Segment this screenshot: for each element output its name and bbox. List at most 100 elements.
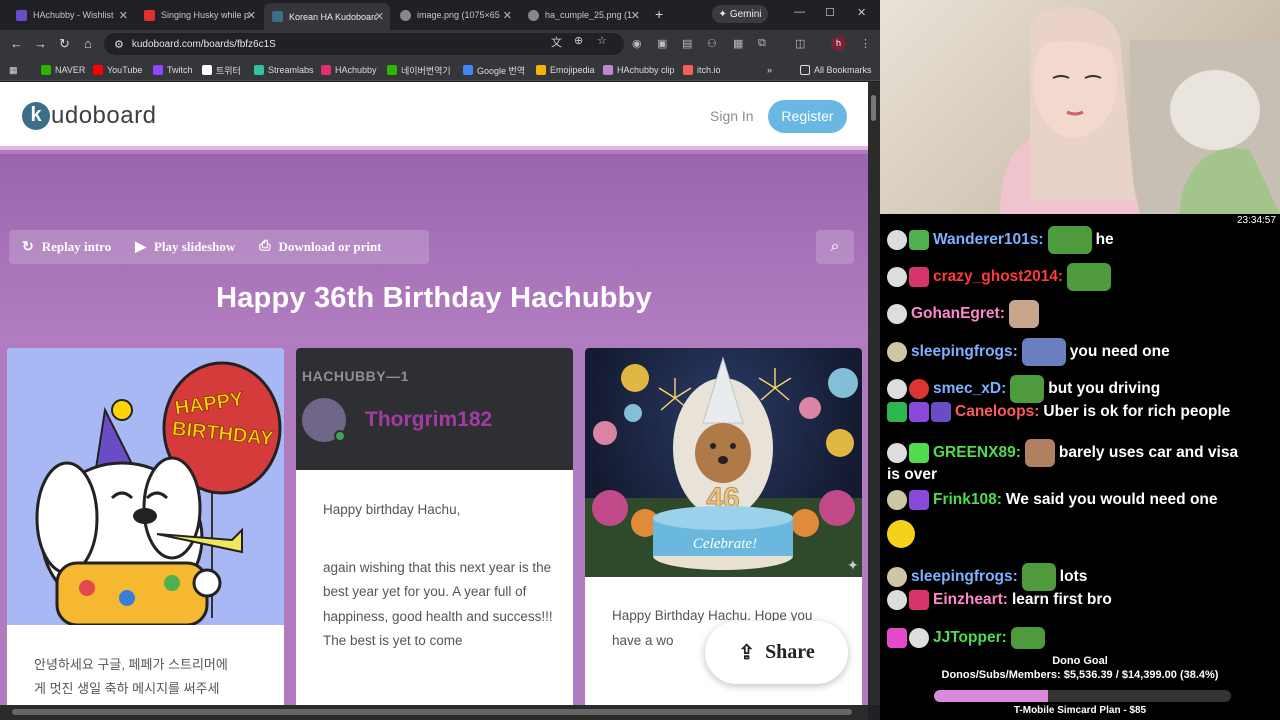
zoom-icon[interactable]: ⊕ <box>574 34 583 47</box>
close-icon[interactable]: ✕ <box>631 9 640 22</box>
tab-title: HAchubby - Wishlist <box>33 10 114 20</box>
bookmark-label: 네이버번역기 <box>401 65 451 76</box>
extension-icon[interactable]: ⚇ <box>707 37 717 50</box>
user-badge-icon <box>887 567 907 587</box>
chat-message-continuation: is over <box>887 466 937 484</box>
browser-toolbar: ← → ↻ ⌂ ⚙ kudoboard.com/boards/fbfz6c1S … <box>0 30 880 58</box>
folder-icon <box>800 65 810 75</box>
back-icon[interactable]: ← <box>10 36 23 52</box>
replay-intro-button[interactable]: ↻ Replay intro <box>22 239 111 256</box>
new-tab-button[interactable]: + <box>655 6 663 22</box>
chat-username[interactable]: GREENX89: <box>933 444 1021 462</box>
home-icon[interactable]: ⌂ <box>84 36 92 52</box>
tab-favicon <box>16 9 27 21</box>
site-header: k udoboard Sign In Register <box>0 82 868 150</box>
puzzle-icon[interactable]: ⧉ <box>758 37 766 50</box>
extension-icon[interactable]: ▦ <box>733 37 743 50</box>
bookmark-itch[interactable]: itch.io <box>683 63 721 77</box>
tab-singing-husky[interactable]: Singing Husky while p ✕ <box>136 4 262 26</box>
chat-username[interactable]: Caneloops: <box>955 403 1039 421</box>
bookmark-twitter[interactable]: 트위터 <box>202 63 241 77</box>
chat-username[interactable]: smec_xD: <box>933 380 1006 398</box>
more-bookmarks-icon[interactable]: » <box>767 63 772 77</box>
extension-icon[interactable]: ▣ <box>657 37 667 50</box>
bookmark-hachubby[interactable]: HAchubby <box>321 63 377 77</box>
extension-icon[interactable]: ▤ <box>682 37 692 50</box>
extension-icon[interactable]: ◉ <box>632 37 642 50</box>
user-badge-icon <box>909 379 929 399</box>
cake-celebrate-text: Celebrate! <box>693 536 757 552</box>
replay-icon: ↻ <box>22 239 34 255</box>
chat-username[interactable]: Wanderer101s: <box>933 231 1044 249</box>
bookmark-naver-translate[interactable]: 네이버번역기 <box>387 63 451 77</box>
bookmark-youtube[interactable]: YouTube <box>93 63 142 77</box>
search-button[interactable]: ⌕ <box>816 230 854 264</box>
card-message-line: again wishing that this next year is the… <box>323 559 553 649</box>
kudo-card[interactable]: HAPPY BIRTHDAY 안녕하세요 구글, 페페가 스트리머에 게 멋진 … <box>7 348 284 705</box>
replay-label: Replay intro <box>41 239 112 254</box>
chat-message-emote <box>887 520 917 548</box>
chat-username[interactable]: sleepingfrogs: <box>911 343 1018 361</box>
bookmark-twitch[interactable]: Twitch <box>153 63 193 77</box>
chat-username[interactable]: JJTopper: <box>933 629 1007 647</box>
profile-avatar[interactable]: h <box>831 36 846 51</box>
google-translate-icon <box>463 65 473 75</box>
browser-window: HAchubby - Wishlist ✕ Singing Husky whil… <box>0 0 880 720</box>
donation-goal: Dono Goal Donos/Subs/Members: $5,536.39 … <box>880 655 1280 681</box>
tab-ha-cumple[interactable]: ha_cumple_25.png (1 ✕ <box>520 4 646 26</box>
maximize-icon[interactable]: ☐ <box>825 6 835 19</box>
translate-icon <box>387 65 397 75</box>
site-info-icon[interactable]: ⚙ <box>114 38 124 51</box>
play-slideshow-button[interactable]: ▶ Play slideshow <box>135 239 235 256</box>
user-badge-icon <box>887 267 907 287</box>
chat-username[interactable]: sleepingfrogs: <box>911 568 1018 586</box>
reload-icon[interactable]: ↻ <box>59 36 70 52</box>
tab-kudoboard[interactable]: Korean HA Kudoboard ✕ <box>264 3 390 30</box>
translate-icon[interactable]: 文 <box>551 34 562 50</box>
side-panel-icon[interactable]: ◫ <box>795 37 805 50</box>
all-bookmarks[interactable]: All Bookmarks <box>800 63 872 77</box>
minimize-icon[interactable]: — <box>794 6 805 18</box>
print-icon: ⎙ <box>259 239 271 254</box>
address-bar[interactable]: ⚙ kudoboard.com/boards/fbfz6c1S <box>104 33 624 55</box>
share-button[interactable]: ⇪ Share <box>705 621 848 684</box>
download-print-button[interactable]: ⎙ Download or print <box>259 239 381 255</box>
bookmark-hachubby-clip[interactable]: HAchubby clip <box>603 63 675 77</box>
tab-wishlist[interactable]: HAchubby - Wishlist ✕ <box>8 4 134 26</box>
forward-icon[interactable]: → <box>34 36 47 52</box>
close-icon[interactable]: ✕ <box>119 9 128 22</box>
bookmark-emojipedia[interactable]: Emojipedia <box>536 63 595 77</box>
register-button[interactable]: Register <box>768 100 847 133</box>
bookmark-star-icon[interactable]: ☆ <box>597 34 607 47</box>
window-close-icon[interactable]: ✕ <box>857 6 866 19</box>
bookmark-naver[interactable]: NAVER <box>41 63 85 77</box>
chat-username[interactable]: Frink108: <box>933 491 1002 509</box>
horizontal-scroll-thumb[interactable] <box>12 709 852 715</box>
kudo-card[interactable]: HACHUBBY—1 Thorgrim182 Happy birthday Ha… <box>296 348 573 705</box>
chat-username[interactable]: Einzheart: <box>933 591 1008 609</box>
gemini-button[interactable]: ✦ Gemini <box>712 5 768 23</box>
sign-in-link[interactable]: Sign In <box>710 108 754 124</box>
menu-icon[interactable]: ⋮ <box>860 37 871 50</box>
logo-wordmark: udoboard <box>51 102 157 129</box>
bookmark-label: NAVER <box>55 65 86 75</box>
apps-icon[interactable]: ▦ <box>9 63 18 77</box>
bookmark-streamlabs[interactable]: Streamlabs <box>254 63 314 77</box>
close-icon[interactable]: ✕ <box>503 9 512 22</box>
close-icon[interactable]: ✕ <box>375 10 384 23</box>
vertical-scrollbar[interactable] <box>868 82 880 705</box>
bookmark-google-translate[interactable]: Google 번역 <box>463 63 525 77</box>
kudoboard-page: k udoboard Sign In Register ↻ Replay intr… <box>0 82 868 705</box>
kudoboard-logo[interactable]: k udoboard <box>22 102 156 130</box>
sparkle-icon: ✦ <box>847 557 859 573</box>
chat-message: Frink108: We said you would need one <box>887 490 1218 510</box>
chat-username[interactable]: GohanEgret: <box>911 305 1005 323</box>
user-badge-icon <box>909 443 929 463</box>
close-icon[interactable]: ✕ <box>247 9 256 22</box>
birthday-dog-illustration: HAPPY BIRTHDAY <box>7 348 284 627</box>
bookmark-label: YouTube <box>107 65 143 75</box>
vertical-scroll-thumb[interactable] <box>871 95 876 121</box>
tab-image-png[interactable]: image.png (1075×65 ✕ <box>392 4 518 26</box>
chat-username[interactable]: crazy_ghost2014: <box>933 268 1063 286</box>
globe-icon <box>528 9 539 21</box>
